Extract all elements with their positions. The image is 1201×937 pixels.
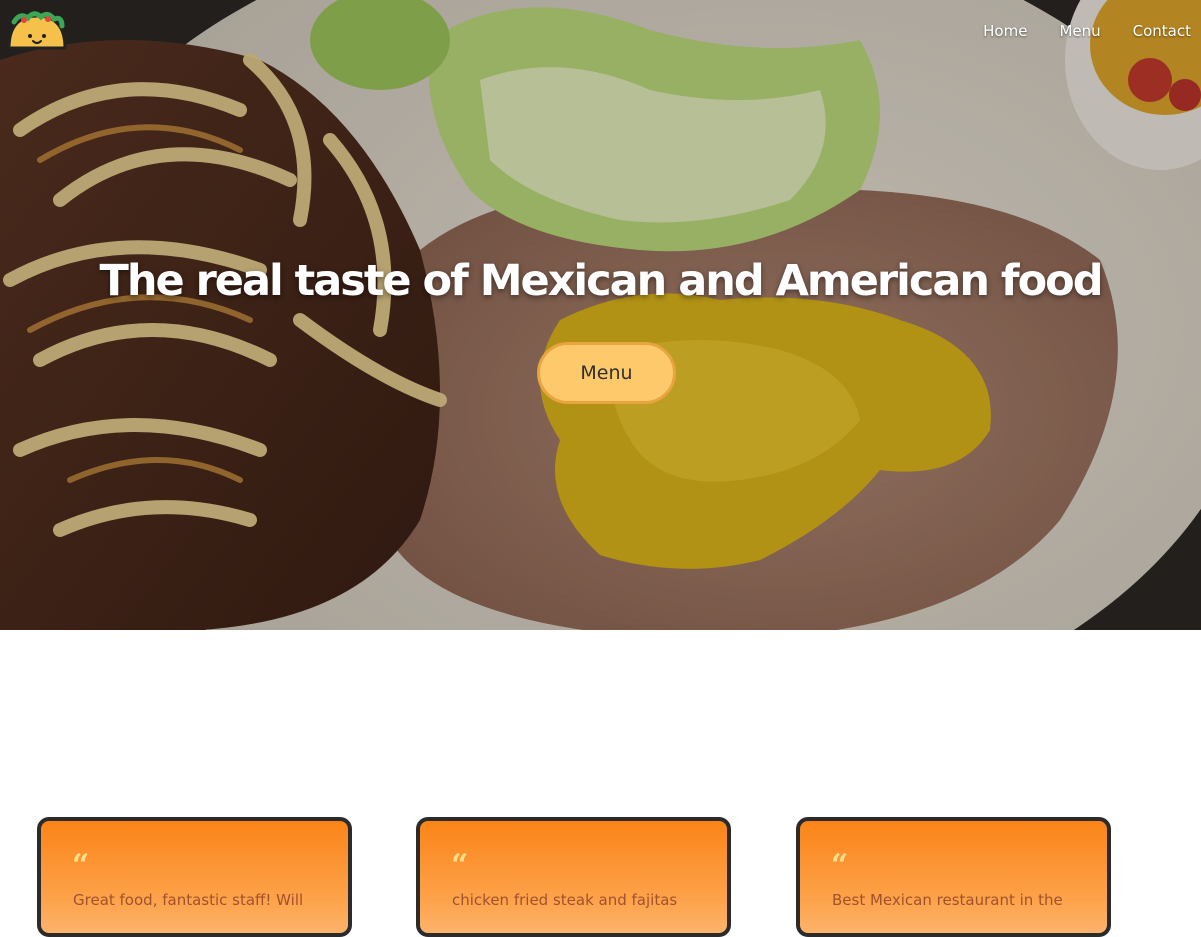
review-text: Great food, fantastic staff! Will xyxy=(73,891,304,909)
nav-menu-link[interactable]: Menu xyxy=(1059,20,1100,42)
taco-logo-icon[interactable] xyxy=(6,10,68,52)
nav-contact-link[interactable]: Contact xyxy=(1133,20,1191,42)
hero-section: Home Menu Contact The real taste of Mexi… xyxy=(0,0,1201,630)
review-text: chicken fried steak and fajitas xyxy=(452,891,678,909)
hero-overlay xyxy=(0,0,1201,630)
quote-icon: “ xyxy=(831,848,849,883)
nav-home-link[interactable]: Home xyxy=(983,20,1027,42)
quote-icon: “ xyxy=(72,848,90,883)
review-card: “ Best Mexican restaurant in the xyxy=(796,817,1111,937)
review-card: “ chicken fried steak and fajitas xyxy=(416,817,731,937)
review-text: Best Mexican restaurant in the xyxy=(832,891,1063,909)
review-card: “ Great food, fantastic staff! Will xyxy=(37,817,352,937)
hero-title: The real taste of Mexican and American f… xyxy=(99,256,1104,306)
main-nav: Home Menu Contact xyxy=(983,20,1191,42)
hero-menu-button[interactable]: Menu xyxy=(537,342,676,404)
quote-icon: “ xyxy=(451,848,469,883)
